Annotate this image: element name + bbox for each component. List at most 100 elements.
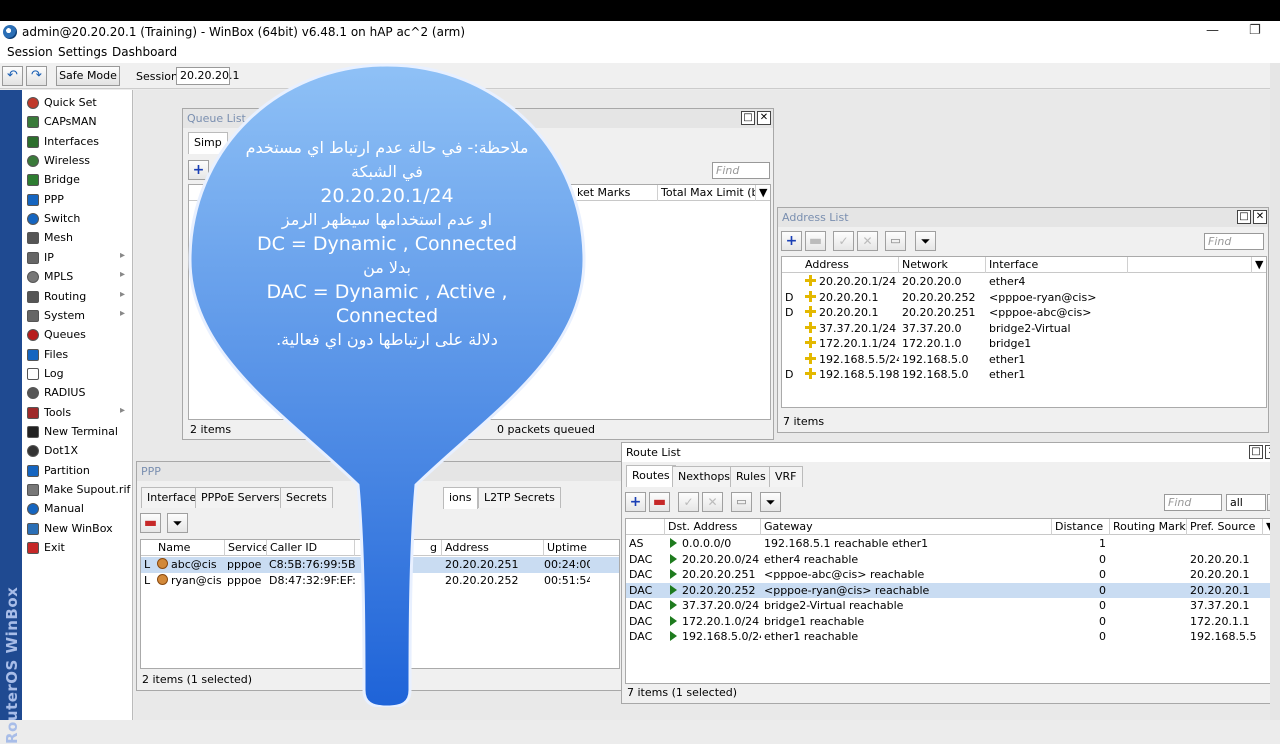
sidebar-item-switch[interactable]: Switch (22, 209, 133, 228)
sidebar-item-tools[interactable]: Tools ▸ (22, 403, 133, 422)
remove-icon[interactable]: ▬ (805, 231, 826, 251)
sidebar-item-radius[interactable]: RADIUS (22, 383, 133, 402)
remove-icon[interactable]: ▬ (649, 492, 670, 512)
sidebar-item-label: CAPsMAN (44, 115, 97, 129)
enable-icon[interactable]: ✓ (833, 231, 854, 251)
row-address-text: 192.168.5.198... (819, 368, 899, 381)
filter-icon[interactable]: ⏷ (760, 492, 781, 512)
tab-nexthops[interactable]: Nexthops (672, 466, 737, 487)
sidebar-item-dot1x[interactable]: Dot1X (22, 441, 133, 460)
row-interface: ether1 (989, 352, 1026, 366)
column-menu-icon[interactable]: ▼ (1252, 257, 1266, 273)
sidebar-item-label: Routing (44, 289, 87, 303)
route-list-titlebar[interactable]: Route List □ ✕ (622, 443, 1279, 462)
sidebar-item-partition[interactable]: Partition (22, 461, 133, 480)
comment-icon[interactable]: ▭ (885, 231, 906, 251)
tab-routes[interactable]: Routes (626, 465, 676, 487)
add-icon[interactable]: + (781, 231, 802, 251)
column-header-packet-marks[interactable]: ket Marks (574, 185, 658, 201)
table-row[interactable]: 172.20.1.1/24 172.20.1.0 bridge1 (782, 336, 1266, 352)
find-input[interactable]: Find (712, 162, 770, 179)
find-input[interactable]: Find (1164, 494, 1222, 511)
table-row[interactable]: AS 0.0.0.0/0 192.168.5.1 reachable ether1 1 (626, 536, 1277, 552)
sidebar-item-label: Tools (44, 405, 72, 419)
comment-icon[interactable]: ▭ (731, 492, 752, 512)
tab-rules[interactable]: Rules (730, 466, 772, 487)
menu-session[interactable]: Session (7, 45, 53, 59)
sidebar-item-interfaces[interactable]: Interfaces (22, 132, 133, 151)
row-dst-address: 192.168.5.0/24 (670, 629, 761, 644)
sidebar-item-log[interactable]: Log (22, 364, 133, 383)
sidebar-item-make-supout-rif[interactable]: Make Supout.rif (22, 480, 133, 499)
sidebar-item-system[interactable]: System ▸ (22, 306, 133, 325)
row-address-text: 20.20.20.1/24 (819, 275, 897, 288)
row-address: 37.37.20.1/24 (805, 321, 899, 336)
column-header-total-max-limit[interactable]: Total Max Limit (bi... (658, 185, 756, 201)
close-icon[interactable]: ✕ (1253, 210, 1267, 224)
tab-vrf[interactable]: VRF (769, 466, 803, 487)
add-icon[interactable]: + (625, 492, 646, 512)
column-header-gateway[interactable]: Gateway (761, 519, 1052, 535)
filter-select[interactable]: all (1226, 494, 1266, 511)
disable-icon[interactable]: ✕ (857, 231, 878, 251)
restore-icon[interactable]: ❐ (1249, 23, 1261, 38)
column-header-distance[interactable]: Distance (1052, 519, 1110, 535)
close-icon[interactable]: ✕ (757, 111, 771, 125)
sidebar-item-wireless[interactable]: Wireless (22, 151, 133, 170)
column-header-interface[interactable]: Interface (986, 257, 1128, 273)
table-row[interactable]: D 192.168.5.198...192.168.5.0 ether1 (782, 367, 1266, 383)
sidebar-item-quick-set[interactable]: Quick Set (22, 93, 133, 112)
column-menu-icon[interactable]: ▼ (756, 185, 770, 201)
vertical-scrollbar[interactable] (1270, 63, 1280, 720)
sidebar-item-queues[interactable]: Queues (22, 325, 133, 344)
safe-mode-button[interactable]: Safe Mode (56, 66, 120, 86)
bridge-icon (27, 174, 39, 187)
enable-icon[interactable]: ✓ (678, 492, 699, 512)
sidebar-item-exit[interactable]: Exit (22, 538, 133, 557)
table-row[interactable]: 192.168.5.5/24 192.168.5.0 ether1 (782, 352, 1266, 368)
row-network: 37.37.20.0 (902, 321, 962, 335)
table-row[interactable]: DAC 192.168.5.0/24 ether1 reachable 0 192.16… (626, 629, 1277, 645)
table-row[interactable]: DAC 37.37.20.0/24 bridge2-Virtual reachabl… (626, 598, 1277, 614)
find-input[interactable]: Find (1204, 233, 1264, 250)
table-row[interactable]: 37.37.20.1/24 37.37.20.0 bridge2-Virtual (782, 321, 1266, 337)
remove-icon[interactable]: ▬ (140, 513, 161, 533)
sidebar-item-files[interactable]: Files (22, 345, 133, 364)
table-row[interactable]: D 20.20.20.1 20.20.20.252 <pppoe-ryan@cis> (782, 290, 1266, 306)
log-icon (27, 367, 39, 380)
maximize-icon[interactable]: □ (1237, 210, 1251, 224)
table-row[interactable]: DAC 20.20.20.0/24 ether4 reachable 0 20.20.2… (626, 552, 1277, 568)
maximize-icon[interactable]: □ (741, 111, 755, 125)
table-row[interactable]: D 20.20.20.1 20.20.20.251 <pppoe-abc@cis> (782, 305, 1266, 321)
table-row[interactable]: DAC 172.20.1.0/24 bridge1 reachable 0 172.20… (626, 614, 1277, 630)
address-list-titlebar[interactable]: Address List □ ✕ (778, 208, 1268, 227)
sidebar-item-bridge[interactable]: Bridge (22, 170, 133, 189)
undo-icon[interactable]: ↶ (2, 66, 23, 86)
sidebar-item-label: Manual (44, 502, 84, 516)
column-header-network[interactable]: Network (899, 257, 986, 273)
redo-icon[interactable]: ↷ (26, 66, 47, 86)
table-row[interactable]: 20.20.20.1/24 20.20.20.0 ether4 (782, 274, 1266, 290)
minimize-icon[interactable]: — (1206, 23, 1219, 38)
sidebar-item-manual[interactable]: Manual (22, 499, 133, 518)
filter-icon[interactable]: ⏷ (167, 513, 188, 533)
sidebar-item-new-terminal[interactable]: New Terminal (22, 422, 133, 441)
sidebar-item-ppp[interactable]: PPP (22, 190, 133, 209)
column-header-pref-source[interactable]: Pref. Source (1187, 519, 1263, 535)
sidebar-item-new-winbox[interactable]: New WinBox (22, 519, 133, 538)
sidebar-item-routing[interactable]: Routing ▸ (22, 287, 133, 306)
sidebar-item-capsman[interactable]: CAPsMAN (22, 112, 133, 131)
sidebar-item-ip[interactable]: IP ▸ (22, 248, 133, 267)
column-header-dst-address[interactable]: Dst. Address (665, 519, 761, 535)
disable-icon[interactable]: ✕ (702, 492, 723, 512)
sidebar-item-mpls[interactable]: MPLS ▸ (22, 267, 133, 286)
filter-icon[interactable]: ⏷ (915, 231, 936, 251)
menu-settings[interactable]: Settings (58, 45, 107, 59)
column-header-address[interactable]: Address (802, 257, 899, 273)
table-row[interactable]: DAC 20.20.20.252 <pppoe-ryan@cis> reachabl… (626, 582, 1277, 598)
column-header-routing-mark[interactable]: Routing Mark (1110, 519, 1187, 535)
menu-dashboard[interactable]: Dashboard (112, 45, 177, 59)
maximize-icon[interactable]: □ (1249, 445, 1263, 459)
sidebar-item-mesh[interactable]: Mesh (22, 228, 133, 247)
table-row[interactable]: DAC 20.20.20.251 <pppoe-abc@cis> reachable… (626, 567, 1277, 583)
